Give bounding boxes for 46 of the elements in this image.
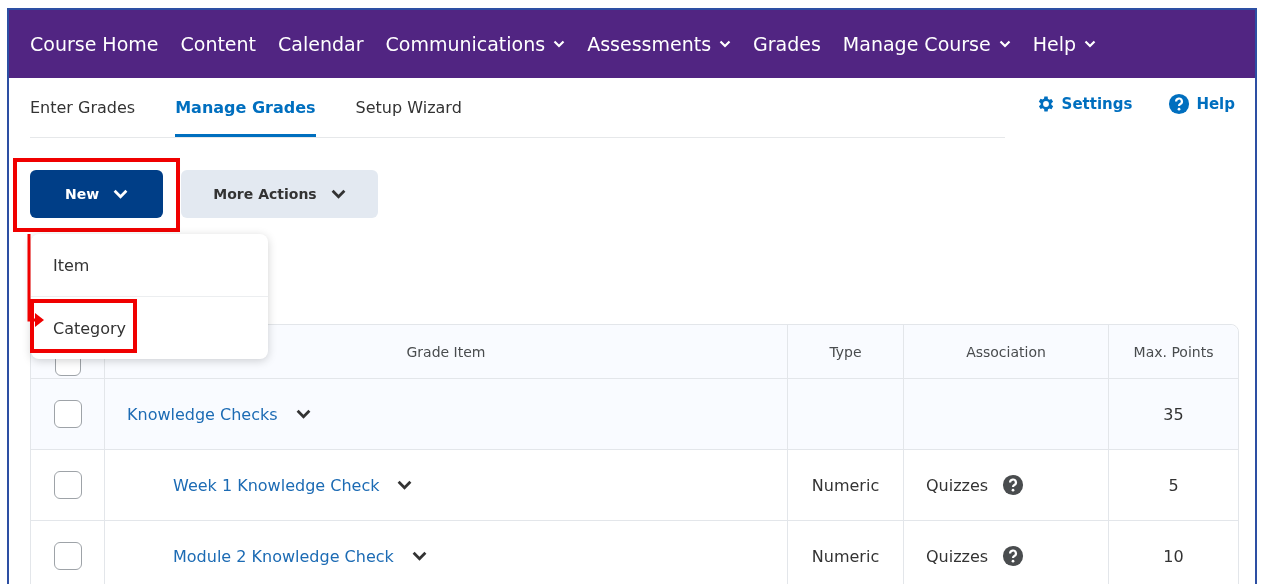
- grade-item-link[interactable]: Module 2 Knowledge Check: [173, 546, 394, 566]
- column-header: Type: [829, 343, 862, 360]
- caret-icon[interactable]: [1084, 40, 1097, 48]
- chevron-icon[interactable]: [295, 409, 311, 419]
- column-header: Grade Item: [406, 343, 486, 360]
- menu-item[interactable]: Category: [53, 318, 127, 338]
- help-link[interactable]: Help: [1168, 93, 1235, 115]
- caret-icon: [330, 189, 346, 199]
- caret-icon[interactable]: [553, 40, 566, 48]
- nav-link[interactable]: Content: [180, 33, 257, 55]
- nav-link[interactable]: Assessments: [587, 33, 732, 55]
- help-icon: [1168, 93, 1191, 115]
- type-text: Numeric: [811, 475, 880, 495]
- row-checkbox[interactable]: [53, 471, 82, 499]
- row-checkbox[interactable]: [53, 542, 82, 570]
- menu-item[interactable]: Item: [53, 255, 90, 275]
- settings-link[interactable]: Settings: [1035, 93, 1133, 115]
- caret-icon[interactable]: [719, 40, 732, 48]
- row-checkbox[interactable]: [53, 400, 82, 428]
- type-text: Numeric: [811, 546, 880, 566]
- points-text: 5: [1168, 475, 1179, 495]
- grades-tab[interactable]: Enter Grades: [30, 78, 136, 137]
- caret-icon: [113, 189, 129, 199]
- grade-item-link[interactable]: Knowledge Checks: [127, 404, 278, 424]
- new-button[interactable]: New: [30, 170, 163, 218]
- grades-tab[interactable]: Setup Wizard: [355, 78, 462, 137]
- chevron-icon[interactable]: [397, 480, 413, 490]
- more-actions-button[interactable]: More Actions: [181, 170, 378, 218]
- association-text: Quizzes: [926, 546, 989, 566]
- column-header: Association: [966, 343, 1046, 360]
- nav-link[interactable]: Calendar: [278, 33, 364, 55]
- help-icon[interactable]: [1002, 474, 1025, 496]
- grade-item-link[interactable]: Week 1 Knowledge Check: [173, 475, 380, 495]
- help-icon[interactable]: [1002, 545, 1025, 567]
- chevron-icon[interactable]: [411, 551, 427, 561]
- caret-icon[interactable]: [998, 40, 1011, 48]
- nav-link[interactable]: Communications: [385, 33, 566, 55]
- grades-tab[interactable]: Manage Grades: [175, 78, 316, 137]
- points-text: 35: [1163, 404, 1184, 424]
- column-header: Max. Points: [1133, 343, 1214, 360]
- nav-link[interactable]: Manage Course: [842, 33, 1011, 55]
- association-text: Quizzes: [926, 475, 989, 495]
- nav-link[interactable]: Grades: [753, 33, 821, 55]
- points-text: 10: [1163, 546, 1184, 566]
- nav-link[interactable]: Help: [1032, 33, 1097, 55]
- nav-link[interactable]: Course Home: [30, 33, 159, 55]
